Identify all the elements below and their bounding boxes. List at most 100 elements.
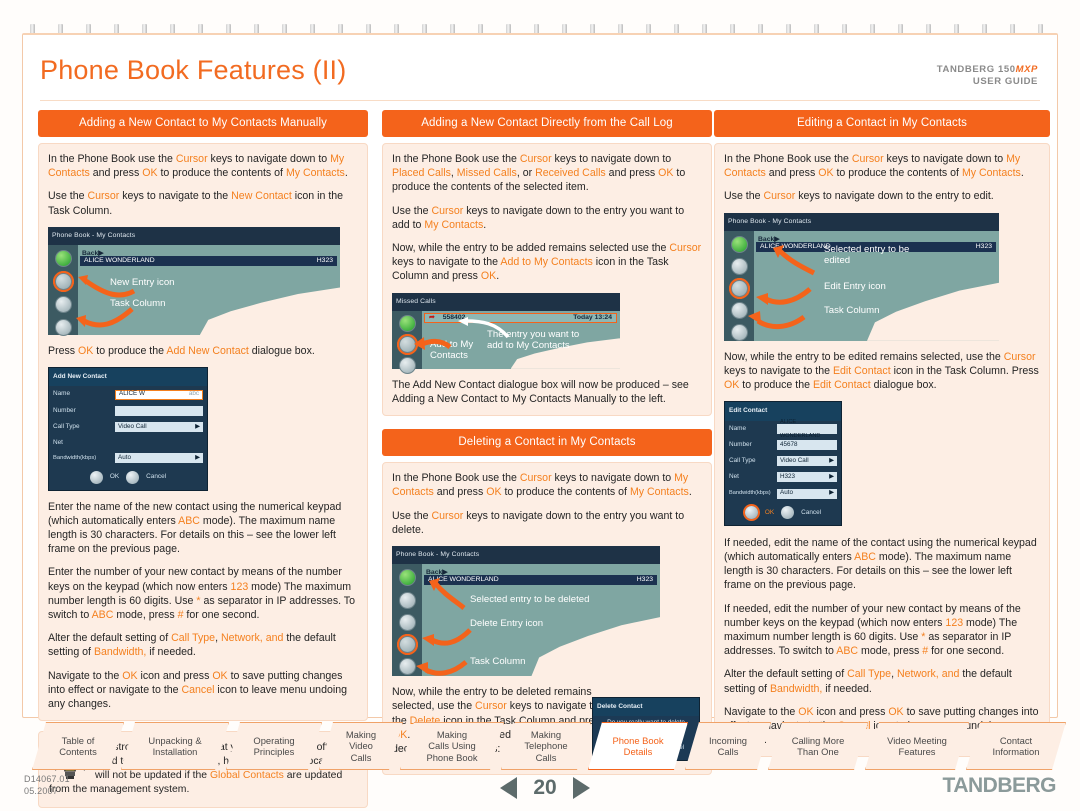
- device-screenshot-phonebook-delete: Phone Book - My Contacts Back▶ ALICE WON…: [392, 546, 660, 677]
- field-value-name[interactable]: ALICE Wabc: [115, 389, 203, 400]
- edit-entry-icon[interactable]: [729, 277, 750, 299]
- call-icon[interactable]: [399, 314, 416, 332]
- dialog-row-name: Name ALICE WONDERLAND: [725, 419, 841, 439]
- ok-label: OK: [109, 473, 120, 481]
- document-number: D14067.01: [24, 774, 70, 784]
- screen-titlebar: Missed Calls: [392, 292, 620, 311]
- field-value-bandwidth[interactable]: Auto ▶: [777, 488, 837, 499]
- panel-editing-contact: In the Phone Book use the Cursor keys to…: [714, 143, 1050, 758]
- section-title-adding-manually: Adding a New Contact to My Contacts Manu…: [38, 110, 368, 137]
- device-screenshot-phonebook-edit: Phone Book - My Contacts Back▶ ALICE WON…: [724, 212, 999, 341]
- field-label-net: Net: [729, 473, 739, 481]
- contact-name: ALICE WONDERLAND: [84, 256, 155, 264]
- new-entry-icon[interactable]: [731, 257, 748, 275]
- guide-label: USER GUIDE: [972, 76, 1038, 87]
- arrow-to-edit-icon: [756, 286, 812, 305]
- dialog-add-new-contact: Add New Contact Name ALICE Wabc Number C…: [48, 367, 208, 491]
- device-screenshot-missed-calls: Missed Calls ➦ 558402 Today 13:24 Add to…: [392, 292, 620, 374]
- cancel-icon[interactable]: [126, 471, 140, 485]
- instruction-paragraph: In the Phone Book use the Cursor keys to…: [392, 472, 692, 499]
- delete-entry-icon[interactable]: [55, 319, 72, 337]
- product-suffix: MXP: [1015, 64, 1038, 75]
- chapter-tab-label: Making Calls Using Phone Book: [426, 728, 478, 763]
- new-entry-icon[interactable]: [53, 271, 74, 293]
- chapter-tab[interactable]: Making Calls Using Phone Book: [400, 722, 504, 770]
- annotation-selected-entry: Selected entry to be deleted: [470, 594, 590, 606]
- field-label-number: Number: [53, 406, 76, 414]
- chapter-tab[interactable]: Incoming Calls: [685, 722, 771, 770]
- chapter-tab[interactable]: Contact Information: [966, 722, 1066, 770]
- chevron-right-icon: ▶: [829, 473, 834, 481]
- field-value-calltype[interactable]: Video Call ▶: [777, 456, 837, 467]
- instruction-paragraph: If needed, edit the name of the contact …: [724, 536, 1037, 592]
- ok-icon[interactable]: [89, 471, 103, 485]
- field-label-number: Number: [729, 440, 752, 448]
- dialog-row-bandwidth: Bandwidth(kbps) Auto ▶: [49, 450, 207, 466]
- pager: 20: [455, 772, 635, 804]
- field-value-number[interactable]: 45678: [777, 439, 837, 450]
- annotation-selected-entry: Selected entry to be edited: [824, 243, 910, 267]
- previous-page-arrow-icon[interactable]: [500, 777, 518, 799]
- field-value-bandwidth[interactable]: Auto ▶: [115, 453, 203, 464]
- column-adding-from-call-log: Adding a New Contact Directly from the C…: [382, 110, 712, 776]
- dialog-row-name: Name ALICE Wabc: [49, 386, 207, 402]
- field-label-calltype: Call Type: [729, 457, 756, 465]
- chapter-tab[interactable]: Making Video Calls: [319, 722, 403, 770]
- chapter-tab-active[interactable]: Phone Book Details: [588, 722, 688, 770]
- chapter-tab[interactable]: Table of Contents: [32, 722, 124, 770]
- chapter-tab-label: Video Meeting Features: [887, 734, 947, 757]
- page-number: 20: [533, 776, 557, 799]
- document-date: 05.2007: [24, 785, 58, 796]
- instruction-paragraph: Enter the number of your new contact by …: [48, 566, 355, 622]
- chapter-tab-label: Operating Principles: [253, 734, 295, 757]
- missed-call-entry-row[interactable]: ➦ 558402 Today 13:24: [424, 312, 617, 323]
- delete-entry-icon[interactable]: [731, 301, 748, 319]
- cancel-icon[interactable]: [781, 506, 795, 520]
- chapter-tab[interactable]: Unpacking & Installation: [121, 722, 229, 770]
- dialog-row-calltype: Call Type Video Call ▶: [49, 419, 207, 435]
- field-label-name: Name: [53, 390, 71, 398]
- field-value-net[interactable]: H323 ▶: [777, 472, 837, 483]
- instruction-paragraph: Now, while the entry to be added remains…: [392, 242, 702, 283]
- edit-entry-icon[interactable]: [55, 296, 72, 314]
- column-adding-manually: Adding a New Contact to My Contacts Manu…: [38, 110, 368, 809]
- title-divider: [40, 100, 1040, 101]
- product-name: TANDBERG 150: [936, 64, 1016, 75]
- call-icon[interactable]: [731, 235, 748, 253]
- contact-entry-row[interactable]: ALICE WONDERLAND H323: [424, 575, 657, 586]
- instruction-paragraph: Use the Cursor keys to navigate down to …: [392, 204, 685, 231]
- chapter-tab-bar: Table of Contents Unpacking & Installatio…: [22, 722, 1058, 772]
- chapter-tab[interactable]: Operating Principles: [226, 722, 322, 770]
- instruction-paragraph: Now, while the entry to be edited remain…: [724, 350, 1039, 392]
- product-identifier: TANDBERG 150MXP USER GUIDE: [937, 64, 1038, 88]
- field-label-bandwidth: Bandwidth(kbps): [53, 455, 97, 462]
- next-page-arrow-icon[interactable]: [572, 777, 590, 799]
- annotation-task-column: Task Column: [824, 304, 880, 316]
- close-icon[interactable]: [731, 323, 748, 341]
- annotation-new-entry: New Entry icon: [110, 277, 175, 289]
- instruction-paragraph: In the Phone Book use the Cursor keys to…: [724, 153, 1024, 180]
- missed-call-time: Today 13:24: [573, 313, 612, 321]
- contact-entry-row[interactable]: ALICE WONDERLAND H323: [80, 256, 337, 267]
- dialog-footer: OK Cancel: [725, 502, 841, 525]
- chapter-tab-label: Phone Book Details: [612, 734, 664, 757]
- chapter-tab[interactable]: Making Telephone Calls: [501, 722, 591, 770]
- dialog-row-bandwidth: Bandwidth(kbps) Auto ▶: [725, 485, 841, 501]
- cancel-label: Cancel: [801, 508, 822, 516]
- instruction-paragraph: In the Phone Book use the Cursor keys to…: [392, 153, 686, 194]
- instruction-paragraph: Use the Cursor keys to navigate down to …: [392, 509, 685, 536]
- field-value-number[interactable]: [115, 405, 203, 416]
- chapter-tab[interactable]: Video Meeting Features: [865, 722, 969, 770]
- section-title-editing-contact: Editing a Contact in My Contacts: [714, 110, 1050, 137]
- field-value-calltype[interactable]: Video Call ▶: [115, 421, 203, 432]
- delete-entry-icon[interactable]: [399, 356, 416, 374]
- torn-edge: [531, 609, 660, 677]
- call-icon[interactable]: [55, 250, 72, 268]
- field-value-name[interactable]: ALICE WONDERLAND: [777, 419, 837, 439]
- add-to-my-contacts-icon[interactable]: [397, 333, 418, 355]
- ok-icon[interactable]: [744, 506, 758, 520]
- chapter-tab-label: Unpacking & Installation: [148, 734, 202, 757]
- arrow-to-delete-icon: [422, 628, 472, 647]
- chapter-tab[interactable]: Calling More Than One: [768, 722, 868, 770]
- chevron-right-icon: ▶: [829, 489, 834, 497]
